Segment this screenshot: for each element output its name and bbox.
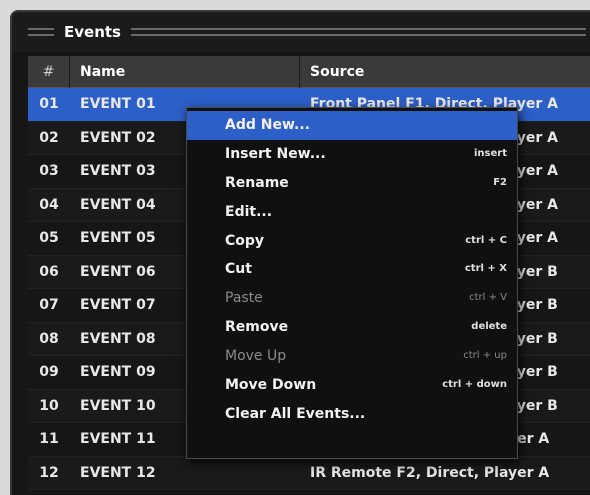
menu-item-cut[interactable]: Cut ctrl + X — [187, 255, 517, 284]
menu-item-shortcut: F2 — [493, 176, 507, 188]
menu-item-label: Edit... — [225, 203, 273, 220]
menu-item-label: Cut — [225, 261, 252, 278]
column-header-source[interactable]: Source — [300, 56, 590, 88]
menu-item-insert-new[interactable]: Insert New... insert — [187, 140, 517, 169]
menu-item-label: Paste — [225, 290, 263, 307]
menu-item-add-new[interactable]: Add New... — [187, 111, 517, 140]
row-number: 09 — [39, 364, 59, 380]
grip-icon — [28, 28, 54, 36]
row-number: 11 — [39, 431, 59, 447]
row-number: 01 — [39, 96, 59, 112]
panel-title: Events — [64, 23, 121, 41]
row-number: 03 — [39, 163, 59, 179]
menu-item-paste: Paste ctrl + V — [187, 284, 517, 313]
menu-item-remove[interactable]: Remove delete — [187, 313, 517, 342]
menu-item-move-up: Move Up ctrl + up — [187, 342, 517, 371]
column-header-name[interactable]: Name — [70, 56, 300, 88]
menu-item-label: Move Up — [225, 348, 287, 365]
row-number: 05 — [39, 230, 59, 246]
row-number: 12 — [39, 464, 59, 481]
menu-item-move-down[interactable]: Move Down ctrl + down — [187, 371, 517, 400]
row-number: 06 — [39, 263, 59, 280]
row-number: 04 — [39, 196, 59, 213]
row-name: EVENT 12 — [80, 464, 156, 481]
row-source: IR Remote F2, Direct, Player A — [310, 464, 550, 481]
menu-item-shortcut: ctrl + down — [442, 379, 507, 391]
row-number: 07 — [39, 297, 59, 313]
menu-item-label: Move Down — [225, 377, 317, 394]
menu-item-shortcut: ctrl + C — [465, 234, 507, 246]
menu-item-edit[interactable]: Edit... — [187, 198, 517, 227]
menu-item-label: Rename — [225, 174, 289, 191]
menu-item-label: Add New... — [225, 117, 310, 133]
menu-item-label: Copy — [225, 232, 265, 249]
row-number: 08 — [39, 330, 59, 347]
menu-item-shortcut: ctrl + X — [464, 263, 507, 275]
menu-item-label: Insert New... — [225, 145, 326, 162]
column-header-number[interactable]: # — [28, 56, 70, 88]
menu-item-shortcut: ctrl + V — [469, 292, 507, 304]
context-menu: Add New... Insert New... insert Rename F2 … — [186, 107, 518, 459]
row-number: 10 — [39, 397, 59, 414]
menu-item-shortcut: delete — [471, 321, 507, 333]
menu-item-label: Remove — [225, 319, 289, 336]
menu-item-shortcut: ctrl + up — [463, 350, 507, 362]
menu-item-shortcut: insert — [474, 147, 507, 159]
table-row[interactable]: 12 EVENT 12 IR Remote F2, Direct, Player A — [28, 456, 590, 490]
grip-icon — [130, 28, 586, 36]
row-number: 02 — [39, 129, 59, 146]
menu-item-label: Clear All Events... — [225, 405, 366, 422]
table-header: # Name Source — [28, 56, 590, 88]
menu-item-rename[interactable]: Rename F2 — [187, 169, 517, 198]
panel-titlebar[interactable]: Events — [12, 12, 590, 52]
menu-item-copy[interactable]: Copy ctrl + C — [187, 227, 517, 256]
menu-item-clear-all-events[interactable]: Clear All Events... — [187, 400, 517, 429]
